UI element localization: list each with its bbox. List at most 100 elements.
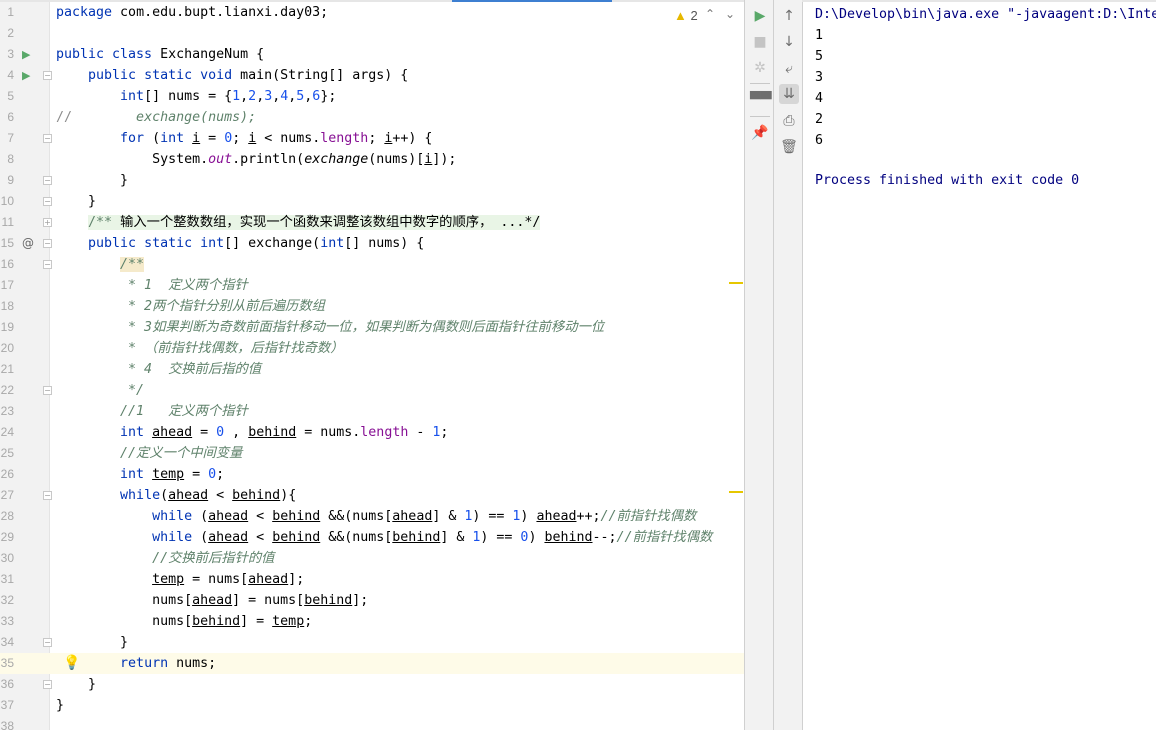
code-line[interactable]: 31 temp = nums[ahead]; bbox=[0, 569, 744, 590]
code-line[interactable]: 32 nums[ahead] = nums[behind]; bbox=[0, 590, 744, 611]
code-editor[interactable]: 1 package com.edu.bupt.lianxi.day03; 2 3 ▶ pu… bbox=[0, 2, 744, 730]
code-line[interactable]: 18 * 2两个指针分别从前后遍历数组 bbox=[0, 296, 744, 317]
arrow-down-icon[interactable]: ↓ bbox=[779, 32, 799, 52]
code-line[interactable]: 21 * 4 交换前后指的值 bbox=[0, 359, 744, 380]
code-line[interactable]: 17 * 1 定义两个指针 bbox=[0, 275, 744, 296]
run-gutter-icon[interactable]: ▶ bbox=[22, 65, 30, 86]
code-line[interactable]: 27 − while(ahead < behind){ bbox=[0, 485, 744, 506]
collapse-fold-icon[interactable]: − bbox=[43, 638, 52, 647]
pin-icon[interactable]: 📌 bbox=[750, 123, 770, 143]
code-line[interactable]: 16 − /** bbox=[0, 254, 744, 275]
code-line[interactable]: 3 ▶ public class ExchangeNum { bbox=[0, 44, 744, 65]
code-line[interactable]: 8 System.out.println(exchange(nums)[i]); bbox=[0, 149, 744, 170]
previous-highlight-icon[interactable]: ⌃ bbox=[705, 7, 715, 21]
trash-icon[interactable]: 🗑 bbox=[779, 137, 799, 157]
code-token: ] & bbox=[432, 509, 465, 524]
code-line[interactable]: 38 bbox=[0, 716, 744, 730]
line-number: 16 bbox=[0, 257, 14, 271]
collapse-fold-icon[interactable]: − bbox=[43, 680, 52, 689]
implemented-gutter-icon[interactable]: @ bbox=[22, 233, 34, 254]
code-line[interactable]: 35 💡 return nums; bbox=[0, 653, 744, 674]
code-token: main(String[] args) { bbox=[232, 68, 409, 83]
code-token: ahead bbox=[208, 509, 249, 524]
arrow-up-icon[interactable]: ↑ bbox=[779, 6, 799, 26]
stop-icon[interactable]: ■ bbox=[750, 32, 770, 52]
code-token: = bbox=[192, 425, 217, 440]
code-token: ] & bbox=[440, 530, 473, 545]
warning-stripe-mark[interactable] bbox=[729, 491, 743, 493]
code-line[interactable]: 29 while (ahead < behind &&(nums[behind]… bbox=[0, 527, 744, 548]
warning-stripe-mark[interactable] bbox=[729, 282, 743, 284]
code-token: while bbox=[152, 509, 193, 524]
code-line[interactable]: 9 − } bbox=[0, 170, 744, 191]
collapse-fold-icon[interactable]: − bbox=[43, 134, 52, 143]
code-line[interactable]: 20 * （前指针找偶数，后指针找奇数） bbox=[0, 338, 744, 359]
code-line[interactable]: 7− for (int i = 0; i < nums.length; i++)… bbox=[0, 128, 744, 149]
code-line[interactable]: 25 //定义一个中间变量 bbox=[0, 443, 744, 464]
code-line[interactable]: 36 − } bbox=[0, 674, 744, 695]
line-number: 29 bbox=[0, 530, 14, 544]
layout-icon[interactable]: ▀▀ bbox=[750, 90, 772, 110]
code-token: //前指针找偶数 bbox=[600, 509, 697, 524]
rerun-icon[interactable]: ▶ bbox=[750, 6, 770, 26]
print-icon[interactable]: ⎙ bbox=[779, 111, 799, 131]
line-number: 35 bbox=[0, 656, 14, 670]
next-highlight-icon[interactable]: ⌄ bbox=[725, 7, 735, 21]
scroll-to-end-icon[interactable]: ⇊ bbox=[779, 84, 799, 104]
console-output-line: 4 bbox=[815, 91, 824, 106]
code-token: (nums)[ bbox=[368, 152, 425, 167]
run-gutter-icon[interactable]: ▶ bbox=[22, 44, 30, 65]
warning-count: 2 bbox=[690, 8, 698, 23]
collapse-fold-icon[interactable]: − bbox=[43, 386, 52, 395]
debug-icon[interactable]: ✲ bbox=[750, 58, 770, 78]
code-line[interactable]: 2 bbox=[0, 23, 744, 44]
code-line[interactable]: 34 − } bbox=[0, 632, 744, 653]
code-line[interactable]: 15 @ − public static int[] exchange(int[] … bbox=[0, 233, 744, 254]
code-line[interactable]: 11 + /** 输入一个整数数组，实现一个函数来调整该数组中数字的顺序， ...… bbox=[0, 212, 744, 233]
code-text: return nums; bbox=[56, 653, 216, 674]
code-line[interactable]: 28 while (ahead < behind &&(nums[ahead] … bbox=[0, 506, 744, 527]
code-token: behind bbox=[272, 509, 321, 524]
code-token: while bbox=[152, 530, 193, 545]
code-line[interactable]: 30 //交换前后指针的值 bbox=[0, 548, 744, 569]
code-token: ++; bbox=[576, 509, 601, 524]
code-text: while (ahead < behind &&(nums[ahead] & 1… bbox=[56, 506, 696, 527]
code-line[interactable]: 23 //1 定义两个指针 bbox=[0, 401, 744, 422]
code-line[interactable]: 19 * 3如果判断为奇数前面指针移动一位，如果判断为偶数则后面指针往前移动一位 bbox=[0, 317, 744, 338]
code-line[interactable]: 24 int ahead = 0 , behind = nums.length … bbox=[0, 422, 744, 443]
code-token: [] exchange( bbox=[224, 236, 321, 251]
code-token: [] nums = { bbox=[144, 89, 233, 104]
code-token: ++) { bbox=[392, 131, 433, 146]
code-line[interactable]: 22 − */ bbox=[0, 380, 744, 401]
collapse-fold-icon[interactable]: − bbox=[43, 239, 52, 248]
code-token: //定义一个中间变量 bbox=[120, 446, 243, 461]
code-line[interactable]: 1 package com.edu.bupt.lianxi.day03; bbox=[0, 2, 744, 23]
collapse-fold-icon[interactable]: − bbox=[43, 260, 52, 269]
run-console[interactable]: D:\Develop\bin\java.exe "-javaagent:D:\I… bbox=[802, 2, 1156, 730]
code-token: , bbox=[256, 89, 265, 104]
code-line[interactable]: 33 nums[behind] = temp; bbox=[0, 611, 744, 632]
code-text: * （前指针找偶数，后指针找奇数） bbox=[56, 338, 343, 359]
code-line[interactable]: 37} bbox=[0, 695, 744, 716]
collapse-fold-icon[interactable]: − bbox=[43, 176, 52, 185]
code-line[interactable]: 10 − } bbox=[0, 191, 744, 212]
code-line[interactable]: 26 int temp = 0; bbox=[0, 464, 744, 485]
code-token: /** bbox=[120, 257, 145, 272]
code-line[interactable]: 6 // exchange(nums); bbox=[0, 107, 744, 128]
code-text: //定义一个中间变量 bbox=[56, 443, 242, 464]
collapse-fold-icon[interactable]: − bbox=[43, 491, 52, 500]
code-line[interactable]: 5 int[] nums = {1,2,3,4,5,6}; bbox=[0, 86, 744, 107]
collapse-fold-icon[interactable]: − bbox=[43, 71, 52, 80]
soft-wrap-icon[interactable]: ⤶ bbox=[779, 59, 799, 79]
collapse-fold-icon[interactable]: − bbox=[43, 197, 52, 206]
inspection-widget[interactable]: ▲ 2 bbox=[674, 8, 698, 23]
code-line[interactable]: 4 ▶ − public static void main(String[] arg… bbox=[0, 65, 744, 86]
expand-fold-icon[interactable]: + bbox=[43, 218, 52, 227]
line-number: 21 bbox=[0, 362, 14, 376]
code-token: // bbox=[56, 110, 73, 125]
